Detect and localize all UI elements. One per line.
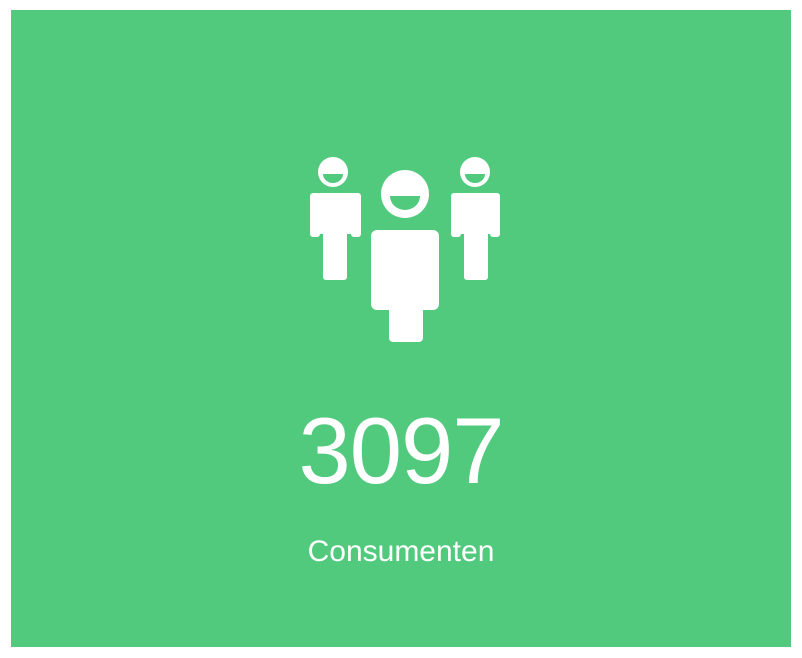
stat-card: 3097 Consumenten — [11, 10, 791, 647]
stat-label: Consumenten — [307, 535, 495, 568]
users-group-icon — [309, 156, 501, 342]
stat-value: 3097 — [298, 398, 504, 503]
